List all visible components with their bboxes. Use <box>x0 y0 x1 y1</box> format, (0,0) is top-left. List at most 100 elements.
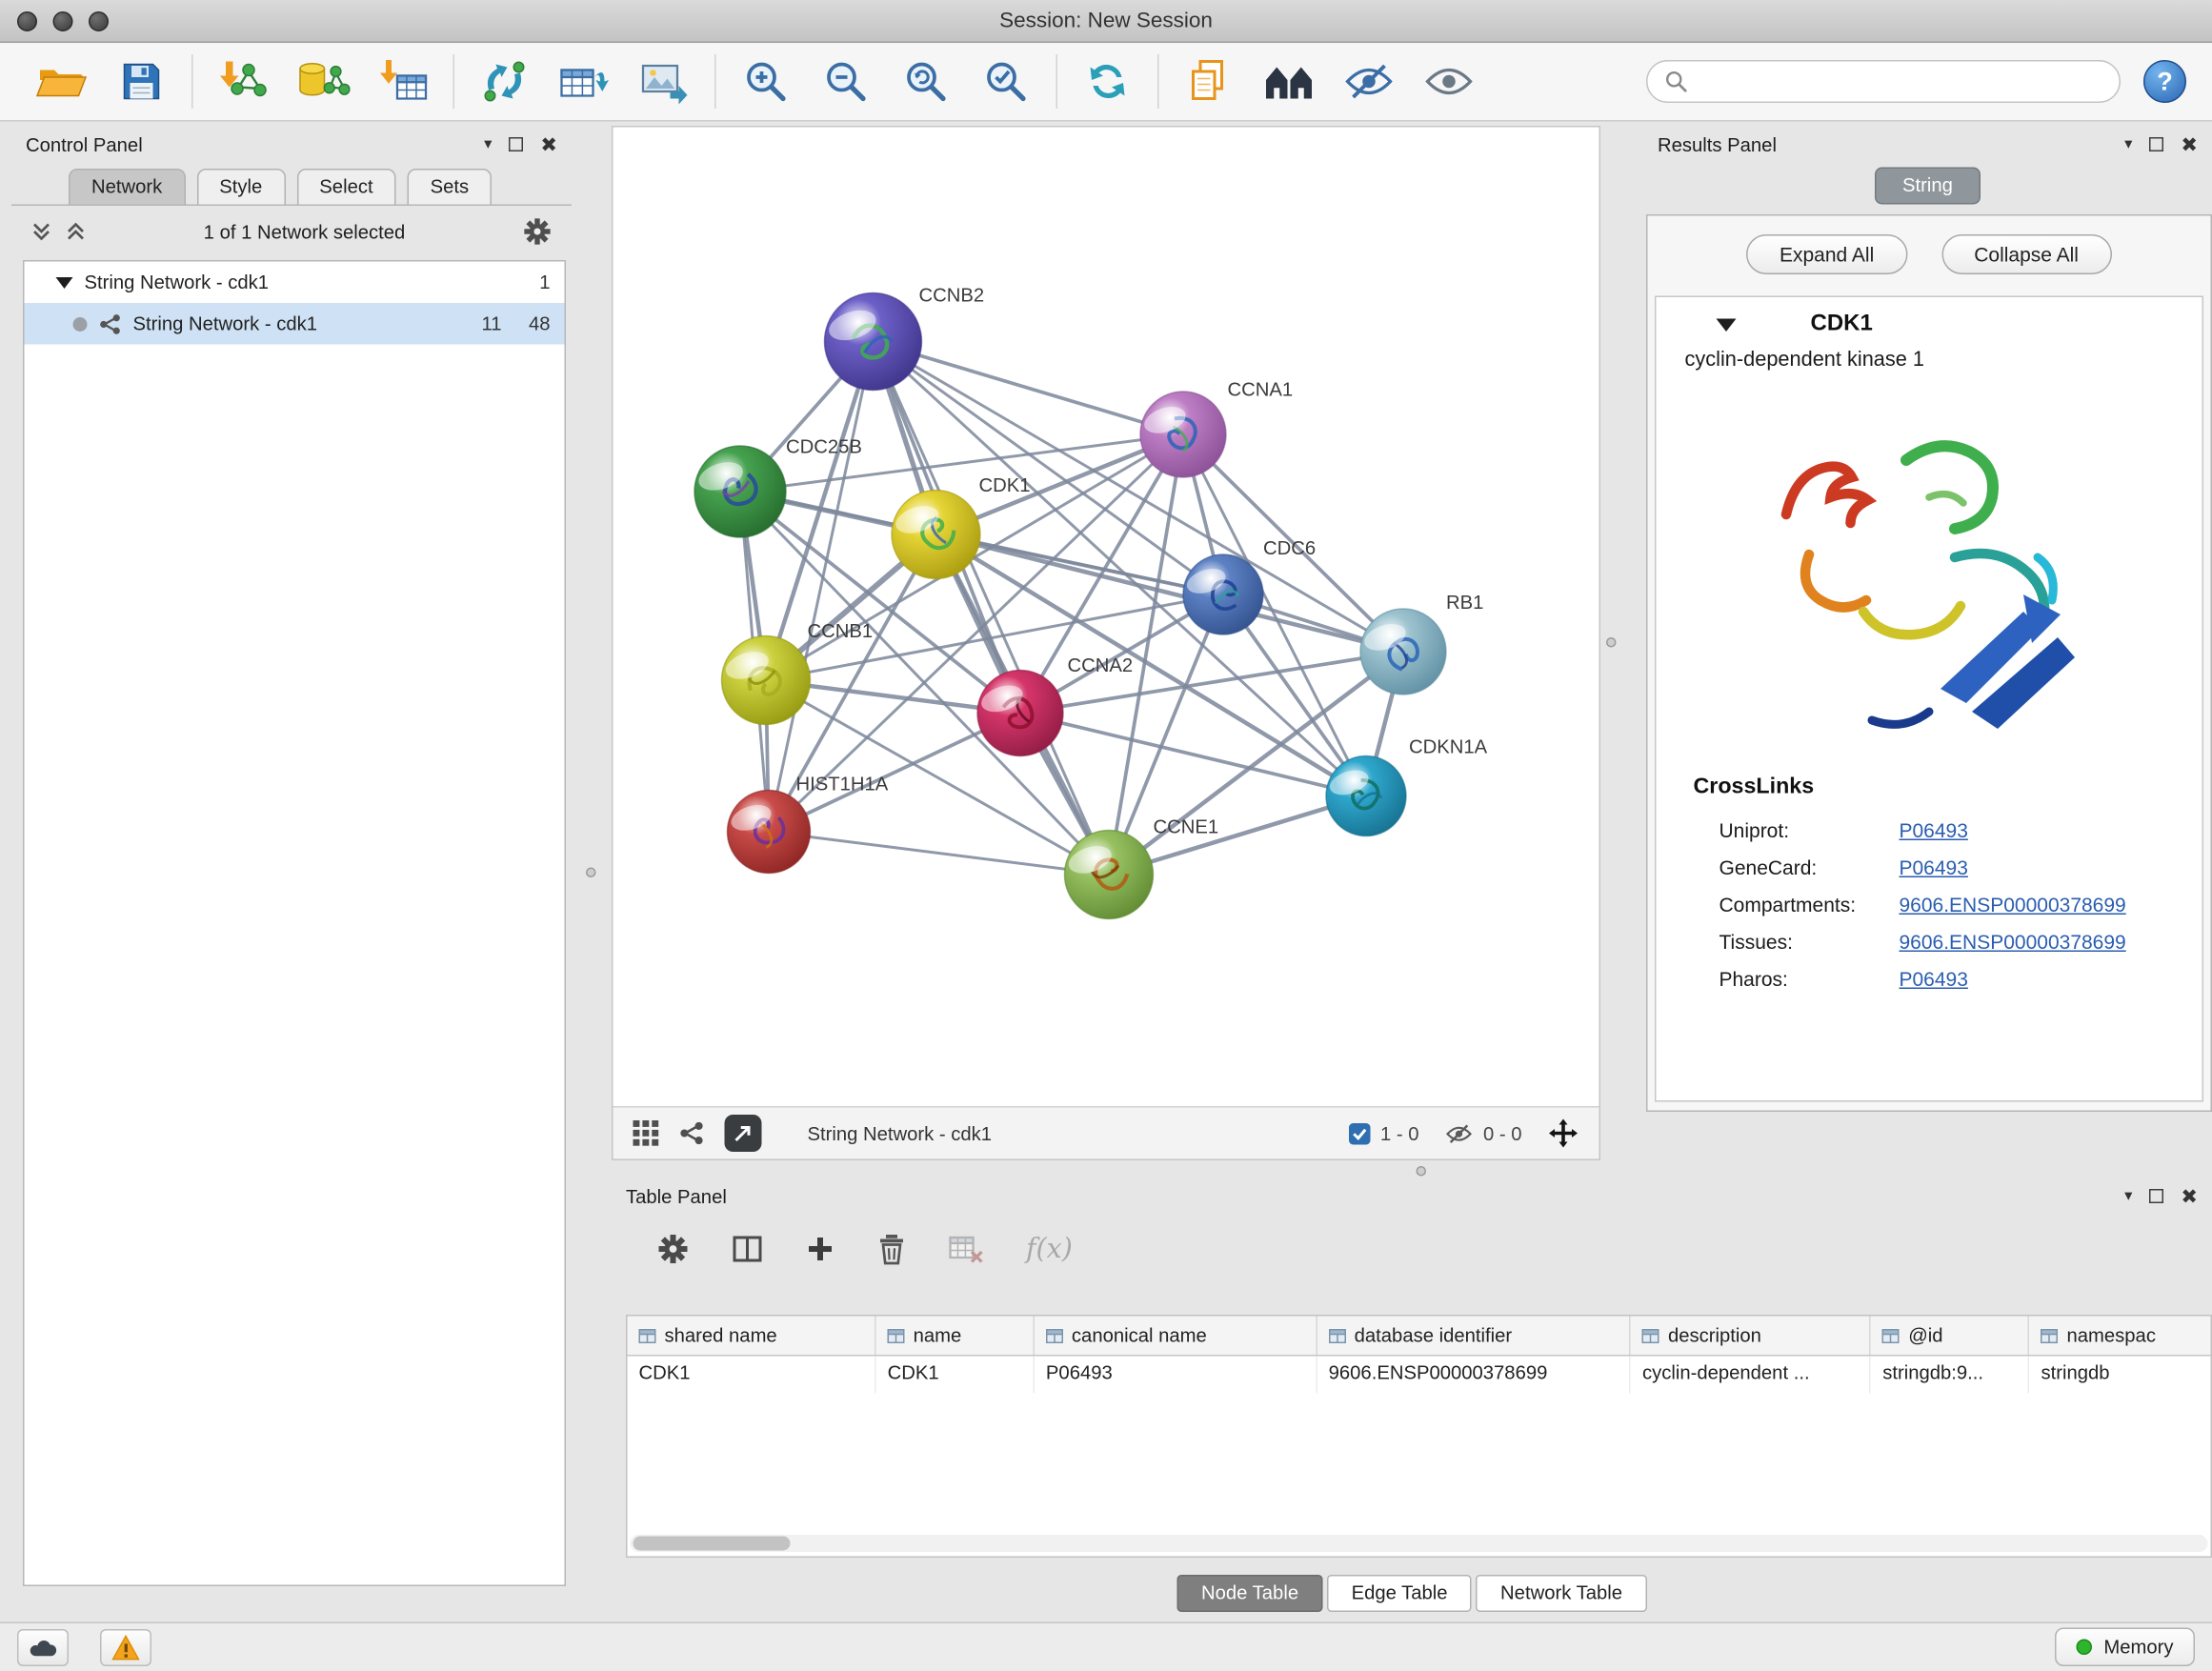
column-header[interactable]: namespac <box>2030 1317 2211 1356</box>
zoom-in-button[interactable] <box>736 51 796 111</box>
table-cell[interactable]: cyclin-dependent ... <box>1631 1357 1871 1394</box>
export-image-button[interactable] <box>634 51 694 111</box>
tab-network-table[interactable]: Network Table <box>1477 1575 1647 1612</box>
hidden-eye-slash-icon[interactable] <box>1444 1122 1473 1144</box>
panel-menu-icon[interactable]: ▾ <box>2124 136 2132 152</box>
update-network-button[interactable] <box>474 51 534 111</box>
gear-icon[interactable] <box>523 217 552 246</box>
column-header[interactable]: shared name <box>628 1317 876 1356</box>
crosslink-link[interactable]: 9606.ENSP00000378699 <box>1900 894 2126 916</box>
crosslink-link[interactable]: P06493 <box>1900 819 1968 842</box>
search-input[interactable] <box>1698 70 2102 92</box>
delete-table-icon[interactable] <box>949 1234 983 1265</box>
move-crosshair-icon[interactable] <box>1548 1117 1579 1149</box>
selected-checkbox-icon[interactable] <box>1349 1122 1371 1144</box>
table-cell[interactable]: P06493 <box>1035 1357 1317 1394</box>
network-node-CCNB2[interactable]: CCNB2 <box>825 286 985 391</box>
duplicate-network-button[interactable] <box>1179 51 1239 111</box>
table-cell[interactable]: CDK1 <box>628 1357 876 1394</box>
panel-menu-icon[interactable]: ▾ <box>2124 1188 2132 1204</box>
table-cell[interactable]: CDK1 <box>876 1357 1035 1394</box>
tab-string[interactable]: String <box>1876 168 1981 205</box>
cloud-status-button[interactable] <box>17 1629 69 1666</box>
crosslink-link[interactable]: P06493 <box>1900 856 1968 879</box>
panel-close-icon[interactable]: ✖ <box>2181 134 2198 154</box>
network-edge[interactable] <box>769 342 874 833</box>
network-node-CDKN1A[interactable]: CDKN1A <box>1326 737 1488 836</box>
grid-icon[interactable] <box>633 1120 659 1146</box>
horizontal-splitter-handle[interactable] <box>1417 1166 1427 1177</box>
table-gear-icon[interactable] <box>657 1234 689 1265</box>
panel-close-icon[interactable]: ✖ <box>540 134 557 154</box>
scrollbar-thumb[interactable] <box>633 1537 791 1551</box>
hide-graphics-details-button[interactable] <box>1339 51 1399 111</box>
column-header[interactable]: @id <box>1871 1317 2029 1356</box>
window-controls[interactable] <box>17 11 109 31</box>
column-header[interactable]: description <box>1631 1317 1871 1356</box>
open-in-new-window-button[interactable] <box>725 1115 762 1152</box>
tab-network[interactable]: Network <box>69 169 185 205</box>
network-node-HIST1H1A[interactable]: HIST1H1A <box>728 775 889 874</box>
collapse-all-icon[interactable] <box>31 222 51 242</box>
apply-layout-button[interactable] <box>1077 51 1137 111</box>
crosslink-link[interactable]: 9606.ENSP00000378699 <box>1900 931 2126 954</box>
network-overview-button[interactable] <box>1259 51 1319 111</box>
collapse-all-button[interactable]: Collapse All <box>1941 234 2112 274</box>
zoom-fit-button[interactable] <box>896 51 956 111</box>
network-collection-row[interactable]: String Network - cdk1 1 <box>25 262 565 304</box>
minimize-window-button[interactable] <box>53 11 73 31</box>
table-cell[interactable]: stringdb <box>2030 1357 2211 1394</box>
open-session-button[interactable] <box>31 51 91 111</box>
network-edge[interactable] <box>874 342 1110 876</box>
tab-sets[interactable]: Sets <box>408 169 493 205</box>
import-table-from-file-button[interactable] <box>373 51 433 111</box>
zoom-out-button[interactable] <box>816 51 876 111</box>
column-header[interactable]: canonical name <box>1035 1317 1317 1356</box>
network-row[interactable]: String Network - cdk1 11 48 <box>25 303 565 345</box>
function-builder-button[interactable]: f(x) <box>1026 1234 1073 1265</box>
network-canvas[interactable]: CCNB2CCNA1CDC25BCDK1CDC6RB1CCNB1CCNA2CDK… <box>613 128 1599 1107</box>
expand-all-button[interactable]: Expand All <box>1746 234 1906 274</box>
help-button[interactable]: ? <box>2143 60 2186 103</box>
column-header[interactable]: name <box>876 1317 1035 1356</box>
network-edge[interactable] <box>769 832 1109 875</box>
panel-menu-icon[interactable]: ▾ <box>484 136 492 152</box>
tab-select[interactable]: Select <box>296 169 395 205</box>
network-node-RB1[interactable]: RB1 <box>1360 593 1483 695</box>
collection-expand-caret-icon[interactable] <box>56 276 73 288</box>
network-node-CCNB1[interactable]: CCNB1 <box>722 621 874 725</box>
gene-section-header[interactable]: CDK1 <box>1657 297 2202 343</box>
memory-button[interactable]: Memory <box>2055 1628 2195 1667</box>
network-node-CDC6[interactable]: CDC6 <box>1183 538 1316 634</box>
search-field[interactable] <box>1646 60 2121 103</box>
network-node-CCNA1[interactable]: CCNA1 <box>1140 380 1293 477</box>
zoom-window-button[interactable] <box>89 11 109 31</box>
tab-style[interactable]: Style <box>196 169 285 205</box>
table-cell[interactable]: stringdb:9... <box>1871 1357 2029 1394</box>
zoom-selected-button[interactable] <box>976 51 1036 111</box>
save-session-button[interactable] <box>111 51 171 111</box>
select-columns-icon[interactable] <box>732 1234 763 1265</box>
share-icon[interactable] <box>679 1120 705 1146</box>
tab-node-table[interactable]: Node Table <box>1176 1575 1322 1612</box>
horizontal-scrollbar[interactable] <box>631 1535 2208 1552</box>
panel-float-icon[interactable] <box>2149 137 2163 151</box>
tab-edge-table[interactable]: Edge Table <box>1327 1575 1472 1612</box>
new-network-from-table-button[interactable] <box>554 51 614 111</box>
panel-close-icon[interactable]: ✖ <box>2181 1186 2198 1206</box>
crosslink-link[interactable]: P06493 <box>1900 968 1968 991</box>
close-window-button[interactable] <box>17 11 37 31</box>
import-network-from-database-button[interactable] <box>293 51 353 111</box>
delete-column-icon[interactable] <box>877 1234 906 1265</box>
panel-float-icon[interactable] <box>2149 1189 2163 1203</box>
table-row[interactable]: CDK1CDK1P064939606.ENSP00000378699cyclin… <box>628 1357 2211 1394</box>
warnings-button[interactable] <box>100 1629 151 1666</box>
table-cell[interactable]: 9606.ENSP00000378699 <box>1317 1357 1631 1394</box>
panel-float-icon[interactable] <box>509 137 523 151</box>
vertical-splitter-handle[interactable] <box>586 868 596 878</box>
section-collapse-caret-icon[interactable] <box>1717 318 1737 332</box>
column-header[interactable]: database identifier <box>1317 1317 1631 1356</box>
show-graphics-details-button[interactable] <box>1419 51 1479 111</box>
import-network-from-file-button[interactable] <box>213 51 273 111</box>
network-node-CDK1[interactable]: CDK1 <box>892 475 1031 578</box>
